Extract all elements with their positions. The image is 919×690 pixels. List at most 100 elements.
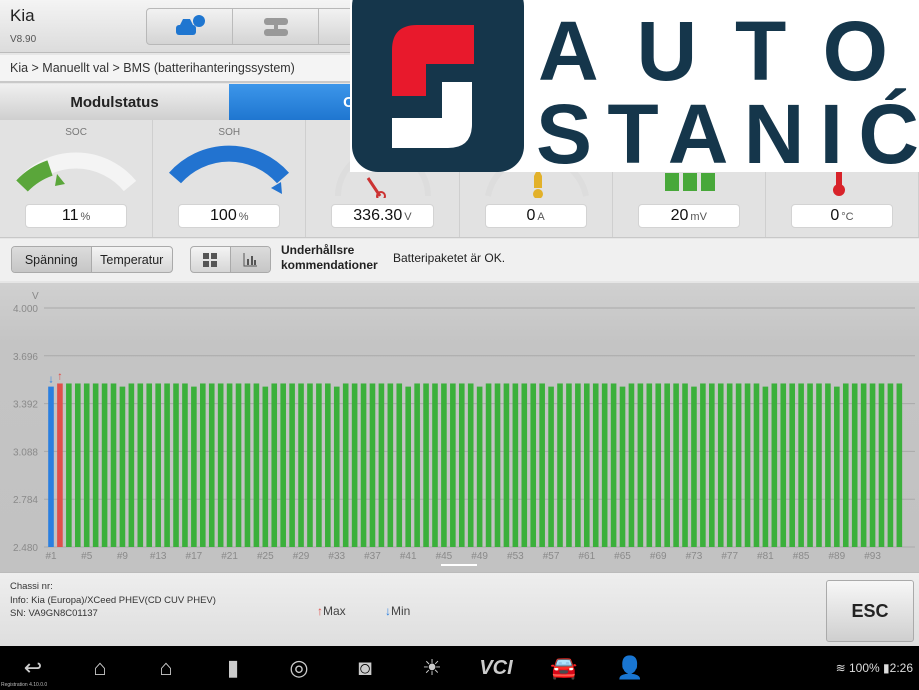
value: 336.30 xyxy=(353,207,403,224)
cell-bar xyxy=(566,383,572,547)
android-nav-bar: ↩ ⌂ ⌂ ▮ ◎ ◙ ☀ VCI 🚘 👤 ≋ 100% ▮2:26 Regis… xyxy=(0,646,919,690)
voltage-button[interactable]: Spänning xyxy=(12,247,92,272)
cell-bar xyxy=(521,383,528,547)
cell-bar xyxy=(700,383,706,547)
cell-bar xyxy=(244,383,251,547)
remote-support-icon[interactable]: 👤 xyxy=(612,654,648,682)
x-tick-label: #5 xyxy=(81,551,93,562)
cell-bar xyxy=(655,383,662,547)
temperature-value: 0 °C xyxy=(790,204,894,228)
home-icon[interactable]: ⌂ xyxy=(82,654,118,682)
camera-icon[interactable]: ◙ xyxy=(347,654,383,682)
temperature-button[interactable]: Temperatur xyxy=(92,247,173,272)
x-tick-label: #77 xyxy=(721,551,738,562)
status-area: ≋ 100% ▮2:26 xyxy=(836,661,913,675)
x-tick-label: #17 xyxy=(186,551,203,562)
x-tick-label: #53 xyxy=(507,551,524,562)
soc-value: 11% xyxy=(25,204,128,228)
cell-bar xyxy=(485,383,492,547)
cell-bar xyxy=(834,386,840,547)
cell-bar xyxy=(342,383,349,547)
logo-line1: AUTO xyxy=(538,4,888,98)
soh-arc-icon xyxy=(169,145,290,194)
cell-bar xyxy=(691,386,697,547)
x-tick-label: #57 xyxy=(543,551,560,562)
cell-bar xyxy=(289,383,295,547)
cell-bar xyxy=(164,383,170,547)
value: 0 xyxy=(830,207,840,224)
cell-bar xyxy=(119,386,126,547)
vci-icon[interactable]: VCI xyxy=(478,654,514,682)
y-tick-label: 2.784 xyxy=(13,495,38,506)
x-tick-label: #65 xyxy=(614,551,631,562)
tab-modulstatus[interactable]: Modulstatus xyxy=(0,84,229,120)
unit: A xyxy=(537,211,545,223)
scroll-indicator[interactable] xyxy=(441,564,477,566)
cell-bar xyxy=(726,383,733,547)
vehicle-connected-icon[interactable]: 🚘 xyxy=(546,654,582,682)
cell-bar xyxy=(503,383,510,547)
x-tick-label: #21 xyxy=(221,551,238,562)
cell-bar xyxy=(414,383,420,547)
cell-bar xyxy=(539,383,545,547)
cell-bar xyxy=(200,383,206,547)
cell-bar xyxy=(575,383,581,547)
chart-svg: V 4.000 3.696 3.392 3.088 2.784 2.480 #1 #5 #9 #13… xyxy=(13,291,915,562)
cell-bar xyxy=(851,383,858,547)
cell-bar xyxy=(458,383,465,547)
cell-bar xyxy=(396,383,403,547)
cell-bar xyxy=(146,383,153,547)
cell-bar xyxy=(235,383,242,547)
x-tick-label: #9 xyxy=(117,551,129,562)
y-axis-unit: V xyxy=(32,291,39,302)
recent-apps-icon[interactable]: ▮ xyxy=(215,654,251,682)
vehicle-compare-button[interactable] xyxy=(233,9,319,44)
cell-bar xyxy=(387,383,394,547)
android-home-icon[interactable]: ⌂ xyxy=(148,654,184,682)
cell-bar xyxy=(709,383,715,547)
unit: % xyxy=(80,211,91,223)
cell-bar xyxy=(173,383,179,547)
cell-bar xyxy=(673,383,679,547)
cell-bar xyxy=(548,386,554,547)
cell-bar xyxy=(441,383,447,547)
x-tick-label: #29 xyxy=(293,551,310,562)
cell-bar xyxy=(637,383,644,547)
voltage-diff-value: 20 mV xyxy=(637,204,740,228)
soh-gauge: SOH 100% xyxy=(153,120,307,237)
gauge-label: SOH xyxy=(218,127,241,138)
cell-bar xyxy=(592,383,599,547)
x-tick-label: #89 xyxy=(828,551,845,562)
cell-bar xyxy=(789,383,795,547)
cell-bar xyxy=(208,383,215,547)
cell-bar xyxy=(253,383,260,547)
x-tick-label: #13 xyxy=(150,551,167,562)
brightness-icon[interactable]: ☀ xyxy=(414,654,450,682)
x-tick-label: #33 xyxy=(328,551,345,562)
view-toggle xyxy=(190,246,271,273)
cell-bar xyxy=(226,383,233,547)
serial-number: SN: VA9GN8C01137 xyxy=(10,608,98,619)
cell-bar xyxy=(584,383,590,547)
remote-diagnosis-button[interactable] xyxy=(147,9,233,44)
cell-bar xyxy=(646,383,653,547)
cell-bar xyxy=(825,383,831,547)
cell-bar xyxy=(557,383,563,547)
auto-stanic-logo: AUTO STANIĆ xyxy=(350,0,919,181)
back-icon[interactable]: ↩ xyxy=(15,654,51,682)
unit: V xyxy=(404,211,412,223)
registration-text: Registration 4.10.0.0 xyxy=(1,682,48,688)
x-tick-label: #1 xyxy=(45,551,57,562)
cell-bar xyxy=(512,383,519,547)
soh-value: 100% xyxy=(178,204,281,228)
cell-bar xyxy=(271,383,278,547)
cell-bar xyxy=(128,383,135,547)
x-tick-label: #25 xyxy=(257,551,274,562)
cell-bar xyxy=(351,383,358,547)
esc-button[interactable]: ESC xyxy=(826,580,914,642)
cell-bar xyxy=(816,383,822,547)
chart-view-button[interactable] xyxy=(230,247,270,272)
browser-icon[interactable]: ◎ xyxy=(281,654,317,682)
y-tick-label: 4.000 xyxy=(13,304,38,315)
grid-view-button[interactable] xyxy=(191,247,231,272)
